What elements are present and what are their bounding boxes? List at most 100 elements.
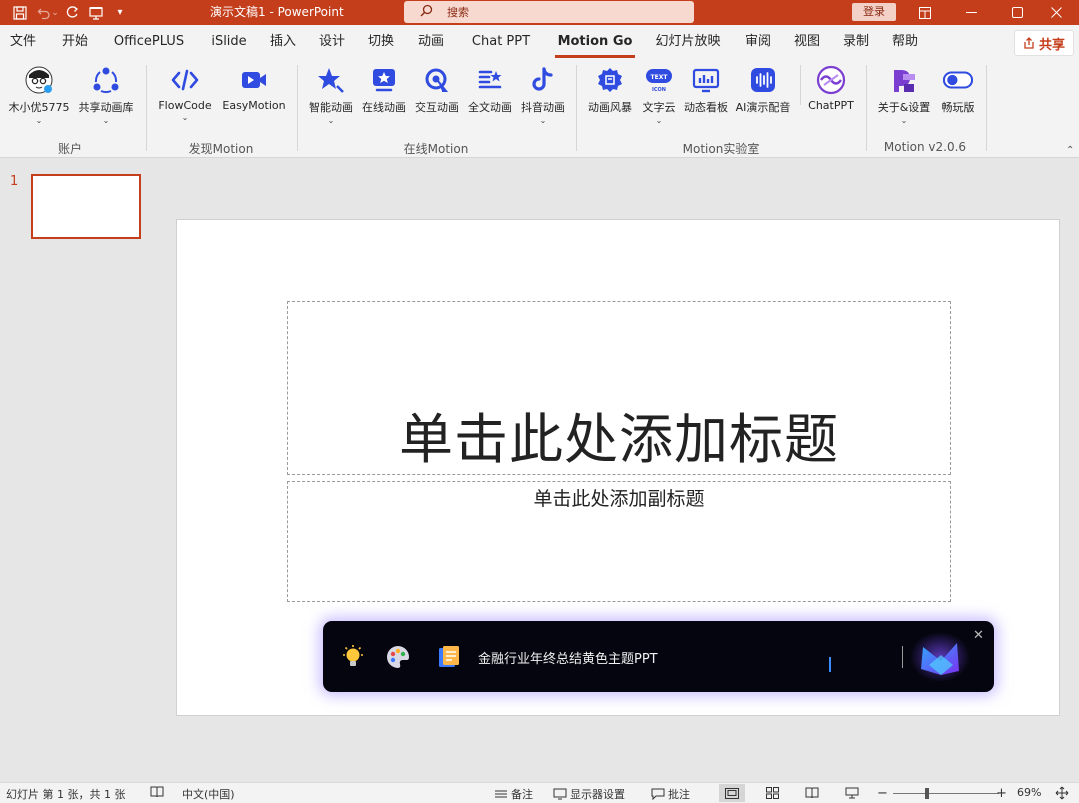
display-settings-button[interactable]: 显示器设置 [553,786,625,802]
tab-home[interactable]: 开始 [60,25,90,61]
tab-motion-go[interactable]: Motion Go [555,25,635,61]
subtitle-placeholder[interactable]: 单击此处添加副标题 [287,481,951,602]
tab-record[interactable]: 录制 [841,25,871,61]
tab-design[interactable]: 设计 [317,25,347,61]
customize-icon[interactable]: ▾ [108,0,132,25]
ribbon-tabs: 文件 开始 OfficePLUS iSlide 插入 设计 切换 动画 Chat… [0,25,1079,61]
slide-sorter-icon[interactable] [759,784,785,802]
tab-file[interactable]: 文件 [8,25,38,61]
account-button[interactable]: 木小优5775 ⌄ [4,65,74,131]
zoom-slider-handle[interactable] [925,788,929,799]
tab-islide[interactable]: iSlide [208,25,250,61]
display-label: 显示器设置 [570,788,625,801]
zoom-out-icon[interactable]: − [877,786,888,801]
redo-icon[interactable] [60,0,84,25]
reading-view-icon[interactable] [799,784,825,802]
play-edition-button[interactable]: 畅玩版 [936,65,980,131]
online-animation-button[interactable]: 在线动画 [358,65,410,131]
accessibility-icon[interactable] [150,786,164,798]
chevron-down-icon: ⌄ [900,116,908,125]
interactive-animation-button[interactable]: 交互动画 [411,65,463,131]
tab-transitions[interactable]: 切换 [366,25,396,61]
tab-slideshow[interactable]: 幻灯片放映 [652,25,724,61]
ai-prompt-input[interactable]: 金融行业年终总结黄色主题PPT [478,648,658,667]
chevron-down-icon: ⌄ [35,116,43,125]
normal-view-icon[interactable] [719,784,745,802]
chatppt-button[interactable]: ChatPPT [804,65,858,131]
chevron-down-icon: ⌄ [102,116,110,125]
smart-animation-button[interactable]: 智能动画 ⌄ [305,65,357,131]
lightbulb-icon[interactable] [340,644,366,670]
notes-button[interactable]: 备注 [494,786,533,802]
word-cloud-label: 文字云 [642,101,676,114]
collapse-ribbon-icon[interactable]: ⌃ [1066,145,1074,156]
slideshow-view-icon[interactable] [839,784,865,802]
about-icon [889,65,919,95]
tiktok-animation-label: 抖音动画 [521,101,565,114]
share-label: 共享 [1038,37,1065,53]
animation-storm-button[interactable]: 动画风暴 [584,65,636,131]
about-settings-button[interactable]: 关于&设置 ⌄ [872,65,936,131]
ai-bar-separator [902,646,903,668]
zoom-level[interactable]: 69% [1017,786,1041,799]
group-label-motion-lab: Motion实验室 [682,142,760,156]
dynamic-dashboard-button[interactable]: 动态看板 [681,65,731,131]
comments-button[interactable]: 批注 [651,786,690,802]
flowcode-button[interactable]: FlowCode ⌄ [154,65,216,131]
chatppt-label: ChatPPT [808,99,854,112]
online-animation-label: 在线动画 [362,101,406,114]
share-icon [1024,37,1034,49]
save-icon[interactable] [8,0,32,25]
search-box[interactable]: 搜索 [404,1,694,23]
word-cloud-button[interactable]: TEXT ICON 文字云 ⌄ [637,65,681,131]
quick-access-toolbar: ⌄ ▾ [0,0,132,25]
tab-chat-ppt[interactable]: Chat PPT [470,25,532,61]
ai-voiceover-button[interactable]: AI演示配音 [732,65,794,131]
ai-voiceover-label: AI演示配音 [735,101,791,114]
login-button[interactable]: 登录 [852,3,896,21]
animation-storm-label: 动画风暴 [588,101,632,114]
undo-dropdown-icon[interactable]: ⌄ [50,0,60,25]
tab-officeplus[interactable]: OfficePLUS [111,25,187,61]
group-label-online-motion: 在线Motion [403,142,469,156]
slide-info: 幻灯片 第 1 张，共 1 张 [6,788,126,801]
title-placeholder-text: 单击此处添加标题 [399,408,839,471]
online-anim-icon [369,65,399,95]
share-library-label: 共享动画库 [78,101,134,114]
status-bar: 幻灯片 第 1 张，共 1 张 中文(中国) 备注 显示器设置 批注 − + 6… [0,782,1079,803]
display-icon [553,788,567,800]
share-library-button[interactable]: 共享动画库 ⌄ [76,65,136,131]
about-settings-label: 关于&设置 [877,101,931,114]
share-button[interactable]: 共享 [1014,30,1074,56]
language-status[interactable]: 中文(中国) [182,786,235,802]
title-placeholder[interactable]: 单击此处添加标题 [287,301,951,475]
tab-view[interactable]: 视图 [792,25,822,61]
close-icon[interactable] [1033,0,1079,25]
minimize-icon[interactable] [948,0,994,25]
tab-animations[interactable]: 动画 [416,25,446,61]
magic-star-icon [316,65,346,95]
tab-help[interactable]: 帮助 [890,25,920,61]
document-icon[interactable] [436,644,462,670]
tiktok-animation-button[interactable]: 抖音动画 ⌄ [517,65,569,131]
toggle-icon [943,65,973,95]
tab-review[interactable]: 审阅 [743,25,773,61]
palette-icon[interactable] [385,644,411,670]
interactive-icon [422,65,452,95]
zoom-in-icon[interactable]: + [996,786,1007,801]
close-icon[interactable]: ✕ [973,628,984,643]
badge-text-top: TEXT [650,74,668,81]
motion-logo-icon[interactable] [909,631,971,683]
fulltext-animation-button[interactable]: 全文动画 [464,65,516,131]
zoom-slider-track[interactable] [893,793,999,794]
ribbon-display-icon[interactable] [902,0,948,25]
ai-prompt-bar: 金融行业年终总结黄色主题PPT ✕ [323,621,994,692]
tab-insert[interactable]: 插入 [268,25,298,61]
easymotion-button[interactable]: EasyMotion [218,65,290,131]
present-icon[interactable] [84,0,108,25]
fit-to-window-icon[interactable] [1055,786,1069,800]
slide-thumbnail[interactable] [31,174,141,239]
code-icon [170,65,200,95]
subtitle-placeholder-text: 单击此处添加副标题 [533,488,705,510]
chevron-down-icon: ⌄ [539,116,547,125]
